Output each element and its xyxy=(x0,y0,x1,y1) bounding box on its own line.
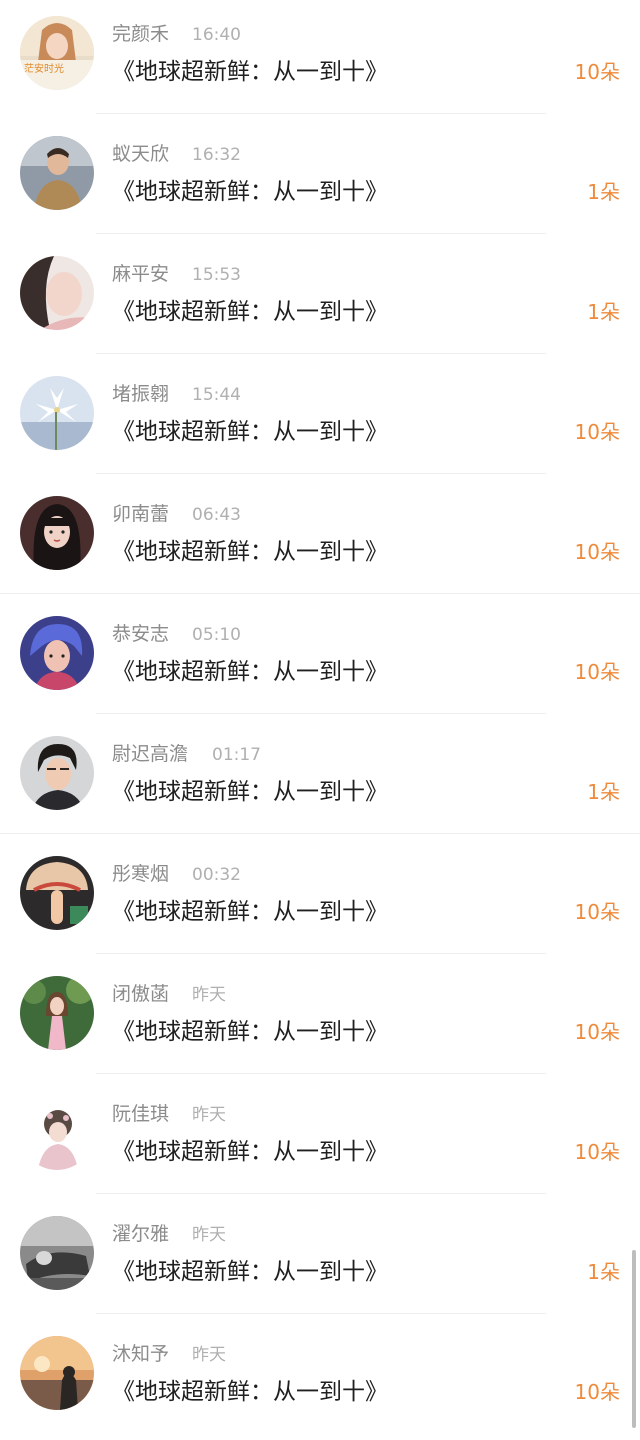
book-title: 《地球超新鲜：从一到十》 xyxy=(112,179,388,205)
flower-count: 10朵 xyxy=(574,1140,620,1164)
flower-count: 1朵 xyxy=(587,1260,620,1284)
row-divider xyxy=(96,1073,546,1074)
sender-name: 卯南蕾 xyxy=(112,503,170,525)
book-title: 《地球超新鲜：从一到十》 xyxy=(112,1139,388,1165)
list-item[interactable]: 蚁天欣 16:32 《地球超新鲜：从一到十》 1朵 xyxy=(0,120,640,240)
row-divider xyxy=(96,953,546,954)
flower-count: 10朵 xyxy=(574,540,620,564)
timestamp: 00:32 xyxy=(192,865,241,885)
flower-count: 10朵 xyxy=(574,420,620,444)
flower-count: 1朵 xyxy=(587,300,620,324)
list-item[interactable]: 恭安志 05:10 《地球超新鲜：从一到十》 10朵 xyxy=(0,600,640,720)
timestamp: 15:44 xyxy=(192,385,241,405)
list-item[interactable]: 尉迟高澹 01:17 《地球超新鲜：从一到十》 1朵 xyxy=(0,720,640,840)
book-title: 《地球超新鲜：从一到十》 xyxy=(112,539,388,565)
timestamp: 01:17 xyxy=(212,745,261,765)
book-title: 《地球超新鲜：从一到十》 xyxy=(112,59,388,85)
flower-count: 10朵 xyxy=(574,900,620,924)
flower-count: 10朵 xyxy=(574,1020,620,1044)
book-title: 《地球超新鲜：从一到十》 xyxy=(112,1019,388,1045)
list-item[interactable]: 茫安时光 完颜禾 16:40 《地球超新鲜：从一到十》 10朵 xyxy=(0,0,640,120)
gift-record-list: 茫安时光 完颜禾 16:40 《地球超新鲜：从一到十》 10朵 蚁天欣 16:3… xyxy=(0,0,640,1432)
avatar[interactable] xyxy=(20,256,94,330)
row-divider xyxy=(0,833,640,834)
timestamp: 05:10 xyxy=(192,625,241,645)
timestamp: 06:43 xyxy=(192,505,241,525)
flower-count: 1朵 xyxy=(587,780,620,804)
flower-count: 1朵 xyxy=(587,180,620,204)
row-divider xyxy=(96,1313,546,1314)
book-title: 《地球超新鲜：从一到十》 xyxy=(112,1379,388,1405)
sender-name: 蚁天欣 xyxy=(112,143,170,165)
avatar-watermark-text: 茫安时光 xyxy=(24,62,64,75)
avatar[interactable] xyxy=(20,136,94,210)
flower-count: 10朵 xyxy=(574,1380,620,1404)
list-item[interactable]: 堵振翱 15:44 《地球超新鲜：从一到十》 10朵 xyxy=(0,360,640,480)
book-title: 《地球超新鲜：从一到十》 xyxy=(112,299,388,325)
timestamp: 16:40 xyxy=(192,25,241,45)
row-divider xyxy=(96,353,546,354)
list-item[interactable]: 闭傲菡 昨天 《地球超新鲜：从一到十》 10朵 xyxy=(0,960,640,1080)
row-divider xyxy=(96,1193,546,1194)
timestamp: 16:32 xyxy=(192,145,241,165)
row-divider xyxy=(96,233,546,234)
timestamp: 昨天 xyxy=(192,1345,226,1365)
avatar[interactable] xyxy=(20,1336,94,1410)
row-divider xyxy=(0,593,640,594)
sender-name: 彤寒烟 xyxy=(112,863,170,885)
list-item[interactable]: 阮佳琪 昨天 《地球超新鲜：从一到十》 10朵 xyxy=(0,1080,640,1200)
book-title: 《地球超新鲜：从一到十》 xyxy=(112,1259,388,1285)
sender-name: 完颜禾 xyxy=(112,23,170,45)
timestamp: 昨天 xyxy=(192,985,226,1005)
sender-name: 尉迟高澹 xyxy=(112,743,189,765)
avatar[interactable] xyxy=(20,1216,94,1290)
timestamp: 昨天 xyxy=(192,1225,226,1245)
book-title: 《地球超新鲜：从一到十》 xyxy=(112,899,388,925)
avatar[interactable]: 茫安时光 xyxy=(20,16,94,90)
timestamp: 昨天 xyxy=(192,1105,226,1125)
book-title: 《地球超新鲜：从一到十》 xyxy=(112,659,388,685)
sender-name: 麻平安 xyxy=(112,263,170,285)
sender-name: 闭傲菡 xyxy=(112,983,170,1005)
timestamp: 15:53 xyxy=(192,265,241,285)
list-item[interactable]: 濯尔雅 昨天 《地球超新鲜：从一到十》 1朵 xyxy=(0,1200,640,1320)
avatar[interactable] xyxy=(20,376,94,450)
book-title: 《地球超新鲜：从一到十》 xyxy=(112,419,388,445)
sender-name: 堵振翱 xyxy=(112,383,170,405)
flower-count: 10朵 xyxy=(574,60,620,84)
sender-name: 阮佳琪 xyxy=(112,1103,170,1125)
row-divider xyxy=(96,713,546,714)
list-item[interactable]: 麻平安 15:53 《地球超新鲜：从一到十》 1朵 xyxy=(0,240,640,360)
list-item[interactable]: 沐知予 昨天 《地球超新鲜：从一到十》 10朵 xyxy=(0,1320,640,1440)
list-item[interactable]: 卯南蕾 06:43 《地球超新鲜：从一到十》 10朵 xyxy=(0,480,640,600)
sender-name: 恭安志 xyxy=(112,623,170,645)
avatar[interactable] xyxy=(20,496,94,570)
avatar[interactable] xyxy=(20,1096,94,1170)
sender-name: 沐知予 xyxy=(112,1343,170,1365)
row-divider xyxy=(96,113,546,114)
avatar[interactable] xyxy=(20,616,94,690)
book-title: 《地球超新鲜：从一到十》 xyxy=(112,779,388,805)
flower-count: 10朵 xyxy=(574,660,620,684)
avatar[interactable] xyxy=(20,976,94,1050)
avatar[interactable] xyxy=(20,856,94,930)
sender-name: 濯尔雅 xyxy=(112,1223,170,1245)
avatar[interactable] xyxy=(20,736,94,810)
list-item[interactable]: 彤寒烟 00:32 《地球超新鲜：从一到十》 10朵 xyxy=(0,840,640,960)
row-divider xyxy=(96,473,546,474)
scrollbar[interactable] xyxy=(632,1250,636,1428)
